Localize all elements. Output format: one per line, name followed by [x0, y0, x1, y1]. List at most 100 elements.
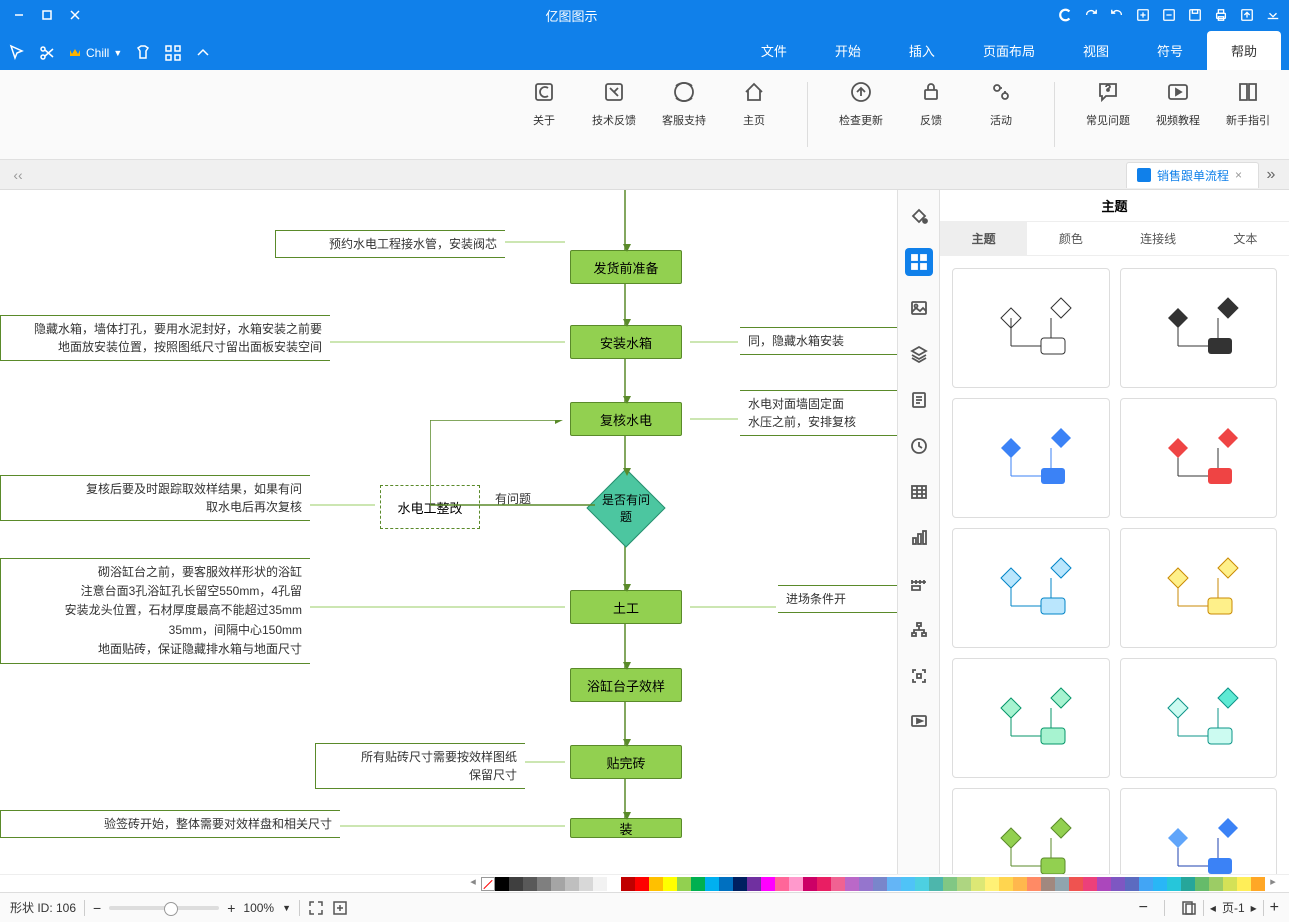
ts-history[interactable] — [905, 432, 933, 460]
color-swatch[interactable] — [691, 877, 705, 891]
color-swatch[interactable] — [1209, 877, 1223, 891]
color-swatch[interactable] — [803, 877, 817, 891]
grid-icon[interactable] — [164, 44, 182, 62]
theme-card[interactable] — [952, 268, 1110, 388]
ts-fill[interactable] — [905, 202, 933, 230]
color-swatch[interactable] — [663, 877, 677, 891]
colorbar-scroll-right[interactable]: ▸ — [1265, 875, 1281, 892]
color-swatch[interactable] — [1069, 877, 1083, 891]
ts-layers[interactable] — [905, 340, 933, 368]
sp-tab-text[interactable]: 文本 — [1202, 222, 1289, 255]
sb-pages-icon[interactable] — [1181, 900, 1197, 916]
fit-page-icon[interactable] — [332, 900, 348, 916]
color-swatch[interactable] — [859, 877, 873, 891]
vip-chill[interactable]: Chill▼ — [68, 46, 122, 60]
ts-notes[interactable] — [905, 386, 933, 414]
ribbon-support[interactable]: 客服支持 — [659, 78, 709, 151]
color-swatch[interactable] — [537, 877, 551, 891]
sp-tab-color[interactable]: 颜色 — [1027, 222, 1114, 255]
ribbon-home[interactable]: 主页 — [729, 78, 779, 151]
flow-note-2l[interactable]: 同，隐藏水箱安装 — [740, 327, 897, 355]
theme-card[interactable] — [1120, 788, 1278, 874]
color-swatch[interactable] — [593, 877, 607, 891]
sb-page-prev[interactable]: ◂ — [1210, 901, 1216, 915]
close-tab-icon[interactable]: × — [1235, 168, 1242, 182]
color-swatch[interactable] — [1181, 877, 1195, 891]
flow-node-2[interactable]: 安装水箱 — [570, 325, 682, 359]
color-swatch[interactable] — [971, 877, 985, 891]
menu-insert[interactable]: 插入 — [885, 31, 959, 70]
ts-chart[interactable] — [905, 524, 933, 552]
ts-shapes[interactable] — [905, 248, 933, 276]
ribbon-about[interactable]: 关于 — [519, 78, 569, 151]
zoom-slider[interactable] — [109, 906, 219, 910]
color-swatch[interactable] — [1111, 877, 1125, 891]
theme-card[interactable] — [1120, 528, 1278, 648]
theme-card[interactable] — [1120, 398, 1278, 518]
color-swatch[interactable] — [1013, 877, 1027, 891]
color-swatch[interactable] — [1055, 877, 1069, 891]
color-swatch[interactable] — [565, 877, 579, 891]
color-swatch[interactable] — [1139, 877, 1153, 891]
flow-note-2r[interactable]: 隐藏水箱，墙体打孔，要用水泥封好，水箱安装之前要地面放安装位置，按照图纸尺寸留出… — [0, 315, 330, 361]
color-swatch[interactable] — [999, 877, 1013, 891]
color-swatch[interactable] — [621, 877, 635, 891]
ts-focus[interactable] — [905, 662, 933, 690]
canvas[interactable]: 发货前准备 预约水电工程接水管，安装阀芯 安装水箱 隐藏水箱，墙体打孔，要用水泥… — [0, 190, 897, 874]
open-icon[interactable] — [1161, 7, 1177, 23]
flow-node-4[interactable]: 土工 — [570, 590, 682, 624]
color-swatch[interactable] — [649, 877, 663, 891]
color-swatch[interactable] — [985, 877, 999, 891]
cursor-tool-icon[interactable] — [8, 44, 26, 62]
menu-help[interactable]: 帮助 — [1207, 31, 1281, 70]
ts-present[interactable] — [905, 708, 933, 736]
color-swatch[interactable] — [775, 877, 789, 891]
scissors-icon[interactable] — [38, 44, 56, 62]
tab-expand-icon[interactable]: » — [1259, 166, 1283, 184]
close-button[interactable] — [64, 4, 86, 26]
color-swatch[interactable] — [677, 877, 691, 891]
color-swatch[interactable] — [747, 877, 761, 891]
theme-card[interactable] — [952, 788, 1110, 874]
panel-collapse-left[interactable]: ‹‹ — [6, 167, 30, 183]
color-swatch[interactable] — [607, 877, 621, 891]
flow-note-4l[interactable]: 进场条件开 — [778, 585, 897, 613]
ribbon-feedback[interactable]: 反馈 — [906, 78, 956, 151]
color-swatch[interactable] — [845, 877, 859, 891]
color-swatch[interactable] — [1083, 877, 1097, 891]
flow-note-3l[interactable]: 水电对面墙固定面水压之前，安排复核 — [740, 390, 897, 436]
dropdown-icon[interactable] — [1265, 7, 1281, 23]
color-swatch[interactable] — [1041, 877, 1055, 891]
menu-layout[interactable]: 页面布局 — [959, 31, 1059, 70]
color-swatch[interactable] — [1237, 877, 1251, 891]
color-swatch[interactable] — [943, 877, 957, 891]
ribbon-faq[interactable]: 常见问题 — [1083, 78, 1133, 151]
color-swatch[interactable] — [1125, 877, 1139, 891]
sb-page-next[interactable]: ▸ — [1251, 901, 1257, 915]
sb-page-add[interactable]: + — [1270, 899, 1279, 917]
theme-card[interactable] — [1120, 658, 1278, 778]
menu-start[interactable]: 开始 — [811, 31, 885, 70]
theme-card[interactable] — [952, 528, 1110, 648]
ts-tree[interactable] — [905, 616, 933, 644]
color-swatch[interactable] — [635, 877, 649, 891]
color-swatch[interactable] — [901, 877, 915, 891]
theme-card[interactable] — [1120, 268, 1278, 388]
no-fill-swatch[interactable] — [481, 877, 495, 891]
theme-card[interactable] — [952, 658, 1110, 778]
ts-ruler[interactable] — [905, 570, 933, 598]
color-swatch[interactable] — [579, 877, 593, 891]
export-icon[interactable] — [1239, 7, 1255, 23]
tshirt-icon[interactable] — [134, 44, 152, 62]
ts-image[interactable] — [905, 294, 933, 322]
color-swatch[interactable] — [551, 877, 565, 891]
color-swatch[interactable] — [957, 877, 971, 891]
menu-view[interactable]: 视图 — [1059, 31, 1133, 70]
color-swatch[interactable] — [719, 877, 733, 891]
theme-card[interactable] — [952, 398, 1110, 518]
menu-symbol[interactable]: 符号 — [1133, 31, 1207, 70]
color-swatch[interactable] — [831, 877, 845, 891]
save-icon[interactable] — [1187, 7, 1203, 23]
color-swatch[interactable] — [1027, 877, 1041, 891]
ribbon-update[interactable]: 检查更新 — [836, 78, 886, 151]
